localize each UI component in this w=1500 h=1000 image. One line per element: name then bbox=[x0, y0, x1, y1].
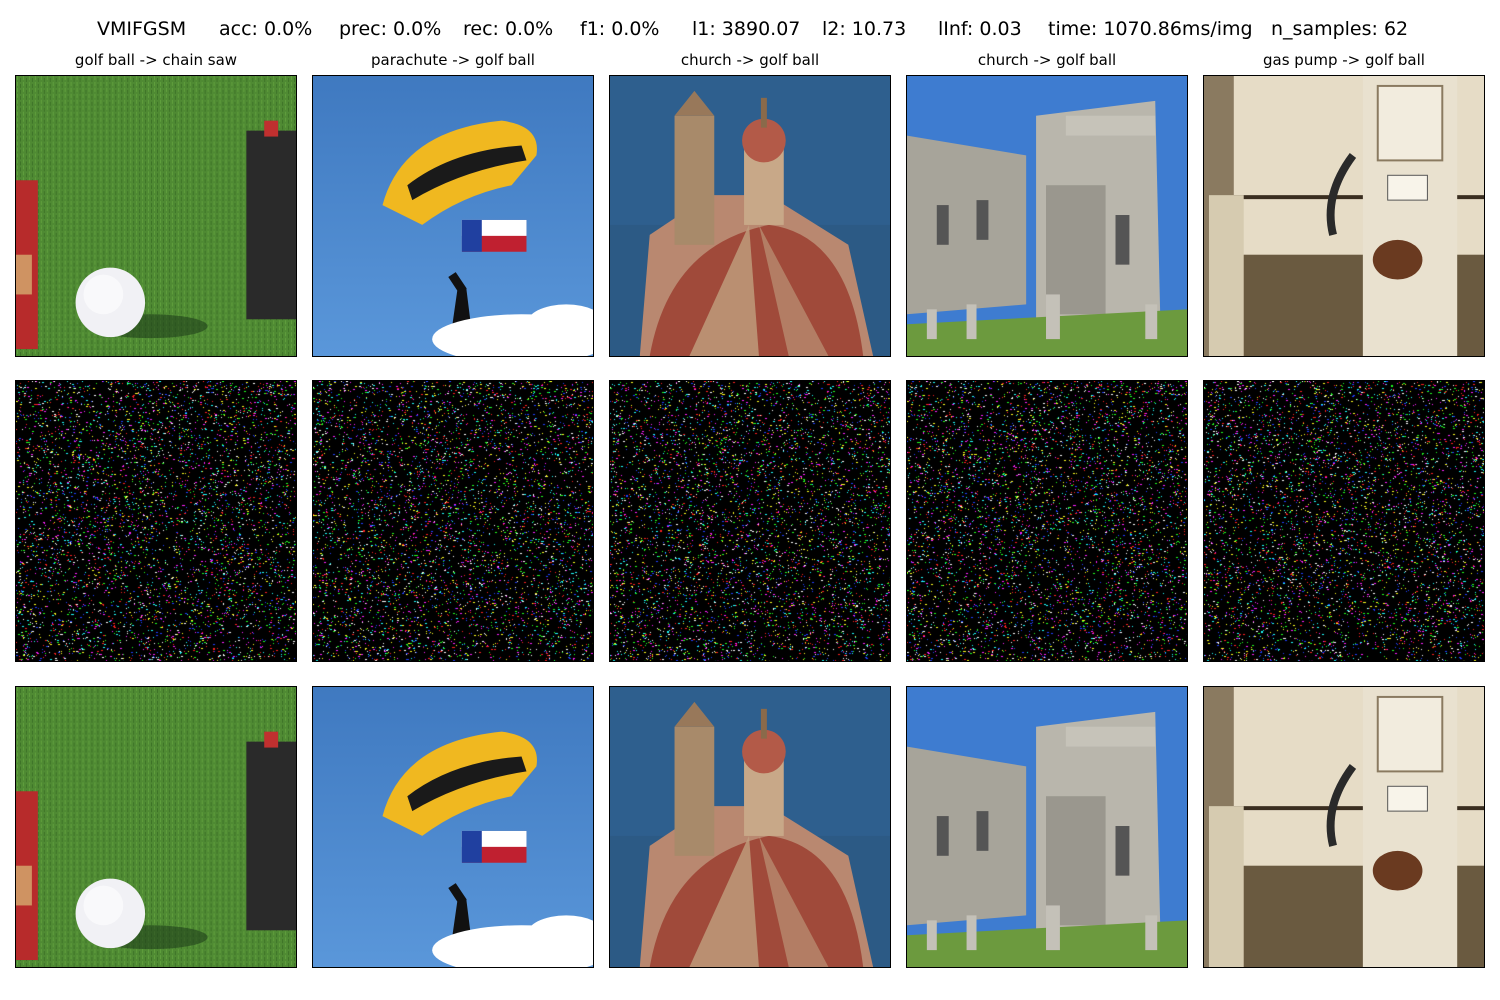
adversarial-image bbox=[312, 686, 594, 968]
column-title: gas pump -> golf ball bbox=[1263, 51, 1425, 69]
adversarial-image bbox=[609, 686, 891, 968]
perturbation-image bbox=[312, 380, 594, 662]
perturbation-image bbox=[609, 380, 891, 662]
linf-metric: lInf: 0.03 bbox=[938, 18, 1022, 40]
perturbation-image bbox=[1203, 380, 1485, 662]
original-image bbox=[312, 75, 594, 357]
sample-count: n_samples: 62 bbox=[1271, 18, 1409, 40]
column-title: parachute -> golf ball bbox=[371, 51, 535, 69]
adversarial-image bbox=[1203, 686, 1485, 968]
column-title: golf ball -> chain saw bbox=[74, 51, 238, 69]
time-metric: time: 1070.86ms/img bbox=[1048, 18, 1253, 40]
original-image bbox=[15, 75, 297, 357]
original-image bbox=[1203, 75, 1485, 357]
original-image bbox=[609, 75, 891, 357]
l1-metric: l1: 3890.07 bbox=[692, 18, 801, 40]
perturbation-image bbox=[15, 380, 297, 662]
method-name: VMIFGSM bbox=[97, 18, 187, 40]
original-image bbox=[906, 75, 1188, 357]
adversarial-image bbox=[906, 686, 1188, 968]
adversarial-image bbox=[15, 686, 297, 968]
perturbation-image bbox=[906, 380, 1188, 662]
accuracy-metric: acc: 0.0% bbox=[219, 18, 313, 40]
column-title: church -> golf ball bbox=[680, 51, 820, 69]
l2-metric: l2: 10.73 bbox=[822, 18, 907, 40]
f1-metric: f1: 0.0% bbox=[580, 18, 660, 40]
precision-metric: prec: 0.0% bbox=[339, 18, 442, 40]
figure-suptitle: VMIFGSM acc: 0.0% prec: 0.0% rec: 0.0% f… bbox=[0, 16, 1500, 42]
column-title: church -> golf ball bbox=[977, 51, 1117, 69]
recall-metric: rec: 0.0% bbox=[463, 18, 554, 40]
